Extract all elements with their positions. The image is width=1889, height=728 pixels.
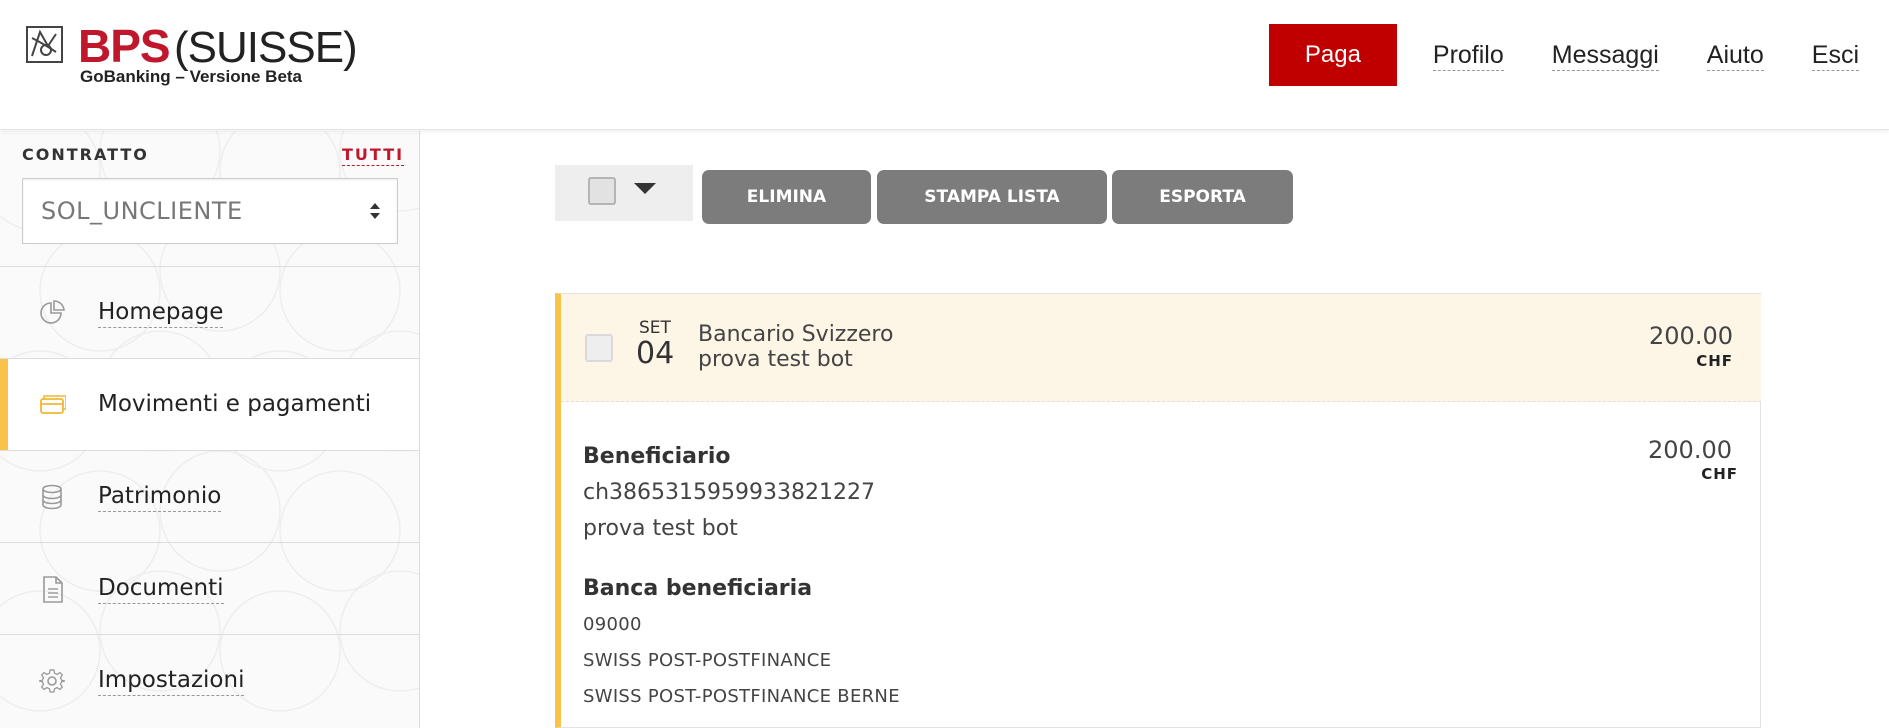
- sidebar-item-impostazioni[interactable]: Impostazioni: [0, 634, 419, 726]
- sidebar-item-label: Documenti: [98, 573, 224, 604]
- contract-label: CONTRATTO: [22, 145, 149, 164]
- beneficiary-iban: ch3865315959933821227: [583, 480, 875, 505]
- export-button[interactable]: ESPORTA: [1112, 170, 1293, 224]
- bps-logo[interactable]: BPS (SUISSE) GoBanking – Versione Beta: [26, 20, 358, 90]
- beneficiary-bank-label: Banca beneficiaria: [583, 576, 813, 601]
- top-header: BPS (SUISSE) GoBanking – Versione Beta P…: [0, 0, 1889, 130]
- contract-select-value: SOL_UNCLIENTE: [41, 197, 243, 225]
- bank-city: SWISS POST-POSTFINANCE BERNE: [583, 686, 900, 707]
- nav-messages-link[interactable]: Messaggi: [1551, 40, 1659, 71]
- transaction-row[interactable]: SET 04 Bancario Svizzero prova test bot …: [561, 294, 1761, 402]
- sidebar-item-documenti[interactable]: Documenti: [0, 542, 419, 634]
- sidebar-item-homepage[interactable]: Homepage: [0, 266, 419, 358]
- pay-button[interactable]: Paga: [1268, 24, 1397, 86]
- chevron-down-icon[interactable]: [634, 183, 656, 194]
- transaction-amount: 200.00: [1649, 322, 1733, 350]
- detail-currency: CHF: [1701, 465, 1738, 483]
- bank-name: SWISS POST-POSTFINANCE: [583, 650, 832, 671]
- gear-icon: [38, 669, 66, 693]
- bulk-select-dropdown[interactable]: [555, 165, 693, 221]
- sidebar-item-label: Homepage: [98, 297, 224, 328]
- sidebar: CONTRATTO TUTTI SOL_UNCLIENTE Homepage M…: [0, 131, 420, 728]
- bank-code: 09000: [583, 614, 642, 635]
- sidebar-item-label: Patrimonio: [98, 481, 222, 512]
- nav-help-link[interactable]: Aiuto: [1706, 40, 1764, 71]
- sidebar-item-patrimonio[interactable]: Patrimonio: [0, 450, 419, 542]
- beneficiary-name: prova test bot: [583, 516, 738, 541]
- main-nav: Paga Profilo Messaggi Aiuto Esci: [1268, 24, 1859, 86]
- transaction-currency: CHF: [1696, 352, 1733, 370]
- beneficiary-label: Beneficiario: [583, 444, 731, 469]
- transaction-checkbox[interactable]: [585, 334, 613, 362]
- sidebar-item-movimenti[interactable]: Movimenti e pagamenti: [0, 358, 419, 450]
- nav-logout-link[interactable]: Esci: [1811, 40, 1859, 71]
- coins-stack-icon: [42, 484, 62, 510]
- detail-amount: 200.00: [1648, 436, 1732, 464]
- sidebar-item-label: Impostazioni: [98, 665, 245, 696]
- transaction-card: SET 04 Bancario Svizzero prova test bot …: [555, 293, 1761, 728]
- select-all-checkbox[interactable]: [588, 177, 616, 205]
- credit-card-icon: [40, 395, 66, 414]
- brand-name: BPS: [78, 20, 171, 72]
- delete-button[interactable]: ELIMINA: [702, 170, 871, 224]
- transaction-subtitle: prova test bot: [698, 347, 853, 372]
- select-arrows-icon: [370, 203, 380, 219]
- document-icon: [43, 576, 63, 603]
- pie-chart-icon: [40, 300, 65, 324]
- transaction-month: SET: [639, 318, 671, 338]
- sidebar-item-label: Movimenti e pagamenti: [98, 391, 372, 417]
- print-list-button[interactable]: STAMPA LISTA: [877, 170, 1107, 224]
- bps-logo-mark-icon: [26, 26, 63, 63]
- nav-profile-link[interactable]: Profilo: [1432, 40, 1504, 71]
- transaction-title: Bancario Svizzero: [698, 322, 894, 347]
- contract-select[interactable]: SOL_UNCLIENTE: [22, 178, 398, 244]
- contract-all-link[interactable]: TUTTI: [342, 145, 405, 166]
- transaction-day: 04: [636, 336, 675, 371]
- brand-tagline: GoBanking – Versione Beta: [80, 67, 303, 86]
